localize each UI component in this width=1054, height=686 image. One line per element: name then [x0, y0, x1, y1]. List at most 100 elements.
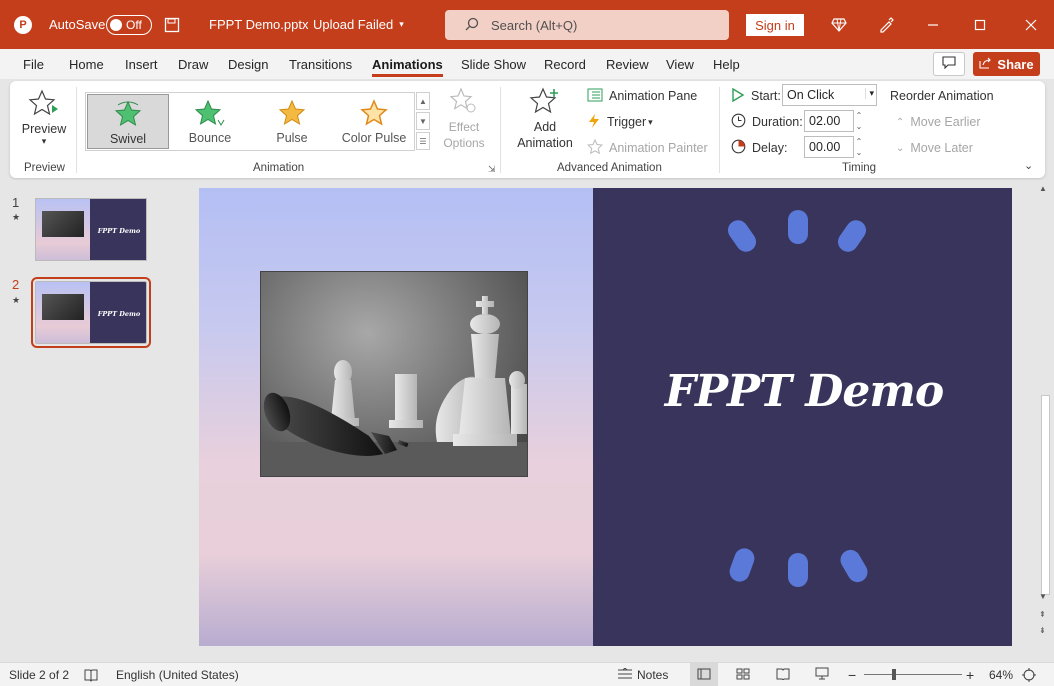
decorative-dash [788, 553, 808, 587]
document-status[interactable]: Upload Failed ▾ [313, 0, 404, 49]
tab-insert[interactable]: Insert [125, 57, 158, 72]
maximize-icon[interactable] [965, 0, 995, 49]
share-icon [979, 57, 992, 72]
duration-input[interactable]: 02.00 [804, 110, 854, 132]
reading-view-button[interactable] [769, 663, 797, 686]
effect-bounce[interactable]: Bounce [169, 94, 251, 149]
animation-painter-button[interactable]: Animation Painter [586, 138, 708, 158]
move-later-button[interactable]: ⌄ Move Later [896, 138, 973, 158]
pen-icon[interactable] [871, 0, 901, 49]
animation-pane-button[interactable]: Animation Pane [587, 86, 697, 106]
ribbon-separator [500, 87, 501, 173]
normal-view-button[interactable] [690, 663, 718, 686]
move-earlier-button[interactable]: ⌃ Move Earlier [896, 112, 981, 132]
slide-sorter-button[interactable] [729, 663, 757, 686]
effect-pulse[interactable]: Pulse [251, 94, 333, 149]
trigger-button[interactable]: Trigger ▾ [587, 112, 653, 132]
autosave-state: Off [126, 17, 142, 32]
chevron-down-icon: ▼ [419, 116, 427, 126]
ribbon: Preview ▾ Preview Swivel Bounce Pulse Co… [10, 81, 1045, 178]
sign-in-button[interactable]: Sign in [746, 14, 804, 36]
clock-icon [731, 113, 746, 131]
animation-star-icon: ★ [12, 295, 21, 305]
reading-view-icon [776, 668, 790, 683]
slide-show-button[interactable] [808, 663, 836, 686]
thumb-photo [42, 211, 84, 237]
thumb-title: FPPT Demo [90, 282, 146, 343]
diamond-icon[interactable] [824, 0, 854, 49]
delay-value: 00.00 [809, 140, 841, 154]
search-input[interactable]: Search (Alt+Q) [445, 10, 729, 40]
effect-label: Bounce [188, 131, 232, 145]
language-indicator[interactable]: English (United States) [116, 663, 239, 686]
chevron-up-icon: ⌃ [855, 137, 863, 146]
gallery-scroll-up[interactable]: ▲ [416, 92, 430, 110]
tab-review[interactable]: Review [606, 57, 649, 72]
tab-help[interactable]: Help [713, 57, 740, 72]
tab-file[interactable]: File [23, 57, 44, 72]
slide-thumbnail-1[interactable]: FPPT Demo [35, 198, 147, 261]
close-icon[interactable] [1016, 0, 1046, 49]
save-icon[interactable] [164, 0, 180, 49]
animation-pane-label: Animation Pane [609, 89, 698, 103]
zoom-slider-track[interactable] [864, 674, 962, 675]
animation-painter-icon [586, 138, 604, 158]
scrollbar-thumb[interactable] [1041, 395, 1050, 595]
previous-slide-icon[interactable]: ⇞ [1039, 610, 1046, 619]
delay-input[interactable]: 00.00 [804, 136, 854, 158]
next-slide-icon[interactable]: ⇟ [1039, 626, 1046, 635]
vertical-scrollbar[interactable]: ▲ ▼ ⇞ ⇟ [1038, 180, 1052, 640]
decorative-dash [726, 545, 758, 585]
slide-sorter-icon [736, 668, 750, 683]
notes-button[interactable]: Notes [617, 663, 668, 686]
add-animation-button[interactable]: Add Animation [510, 87, 580, 151]
tab-animations[interactable]: Animations [372, 57, 443, 77]
minimize-icon[interactable] [918, 0, 948, 49]
move-earlier-label: Move Earlier [910, 115, 981, 129]
autosave-toggle[interactable]: Off [106, 0, 152, 49]
tab-slide-show[interactable]: Slide Show [461, 57, 526, 72]
add-animation-label: Add Animation [517, 120, 573, 150]
current-slide[interactable]: FPPT Demo [199, 188, 1012, 646]
gallery-scroll-down[interactable]: ▼ [416, 112, 430, 130]
fit-to-window-icon[interactable] [1022, 663, 1036, 686]
accessibility-icon[interactable] [84, 663, 98, 686]
zoom-in-icon[interactable]: + [966, 663, 974, 686]
duration-spinner[interactable]: ⌃ ⌄ [853, 110, 865, 132]
gallery-more[interactable]: ☰ [416, 132, 430, 150]
effect-label: Swivel [109, 132, 147, 146]
effect-color-pulse[interactable]: Color Pulse [333, 94, 415, 149]
animation-star-icon: ★ [12, 212, 21, 222]
tab-transitions[interactable]: Transitions [289, 57, 352, 72]
chevron-up-icon[interactable]: ▲ [1039, 184, 1047, 193]
preview-button[interactable]: Preview ▾ [22, 89, 66, 147]
effect-options-label: Effect Options [443, 120, 485, 150]
tab-home[interactable]: Home [69, 57, 104, 72]
lightning-icon [587, 113, 601, 132]
tab-design[interactable]: Design [228, 57, 268, 72]
share-button[interactable]: Share [973, 52, 1040, 76]
duration-label-group: Duration: [731, 112, 803, 132]
zoom-slider-knob[interactable] [892, 669, 896, 680]
thumb-photo [42, 294, 84, 320]
dialog-launcher-icon[interactable]: ⇲ [488, 164, 496, 175]
comments-button[interactable] [933, 52, 965, 76]
slide-title[interactable]: FPPT Demo [644, 366, 964, 417]
collapse-ribbon-icon[interactable]: ⌄ [1024, 159, 1033, 172]
zoom-out-icon[interactable]: − [848, 663, 856, 686]
tab-draw[interactable]: Draw [178, 57, 208, 72]
effect-options-button[interactable]: Effect Options [442, 87, 486, 151]
chess-photo[interactable] [260, 271, 528, 477]
tab-record[interactable]: Record [544, 57, 586, 72]
effect-swivel[interactable]: Swivel [87, 94, 169, 149]
chevron-down-icon[interactable]: ▼ [1039, 592, 1047, 601]
zoom-level[interactable]: 64% [989, 663, 1013, 686]
document-title[interactable]: FPPT Demo.pptx [209, 0, 308, 49]
delay-spinner[interactable]: ⌃ ⌄ [853, 136, 865, 158]
tab-view[interactable]: View [666, 57, 694, 72]
effect-label: Pulse [276, 131, 308, 145]
slide-count: Slide 2 of 2 [9, 668, 70, 682]
chevron-down-icon: ⌄ [855, 148, 863, 157]
slide-thumbnail-2[interactable]: FPPT Demo [31, 277, 151, 348]
start-select[interactable]: On Click ▾ [782, 84, 877, 106]
